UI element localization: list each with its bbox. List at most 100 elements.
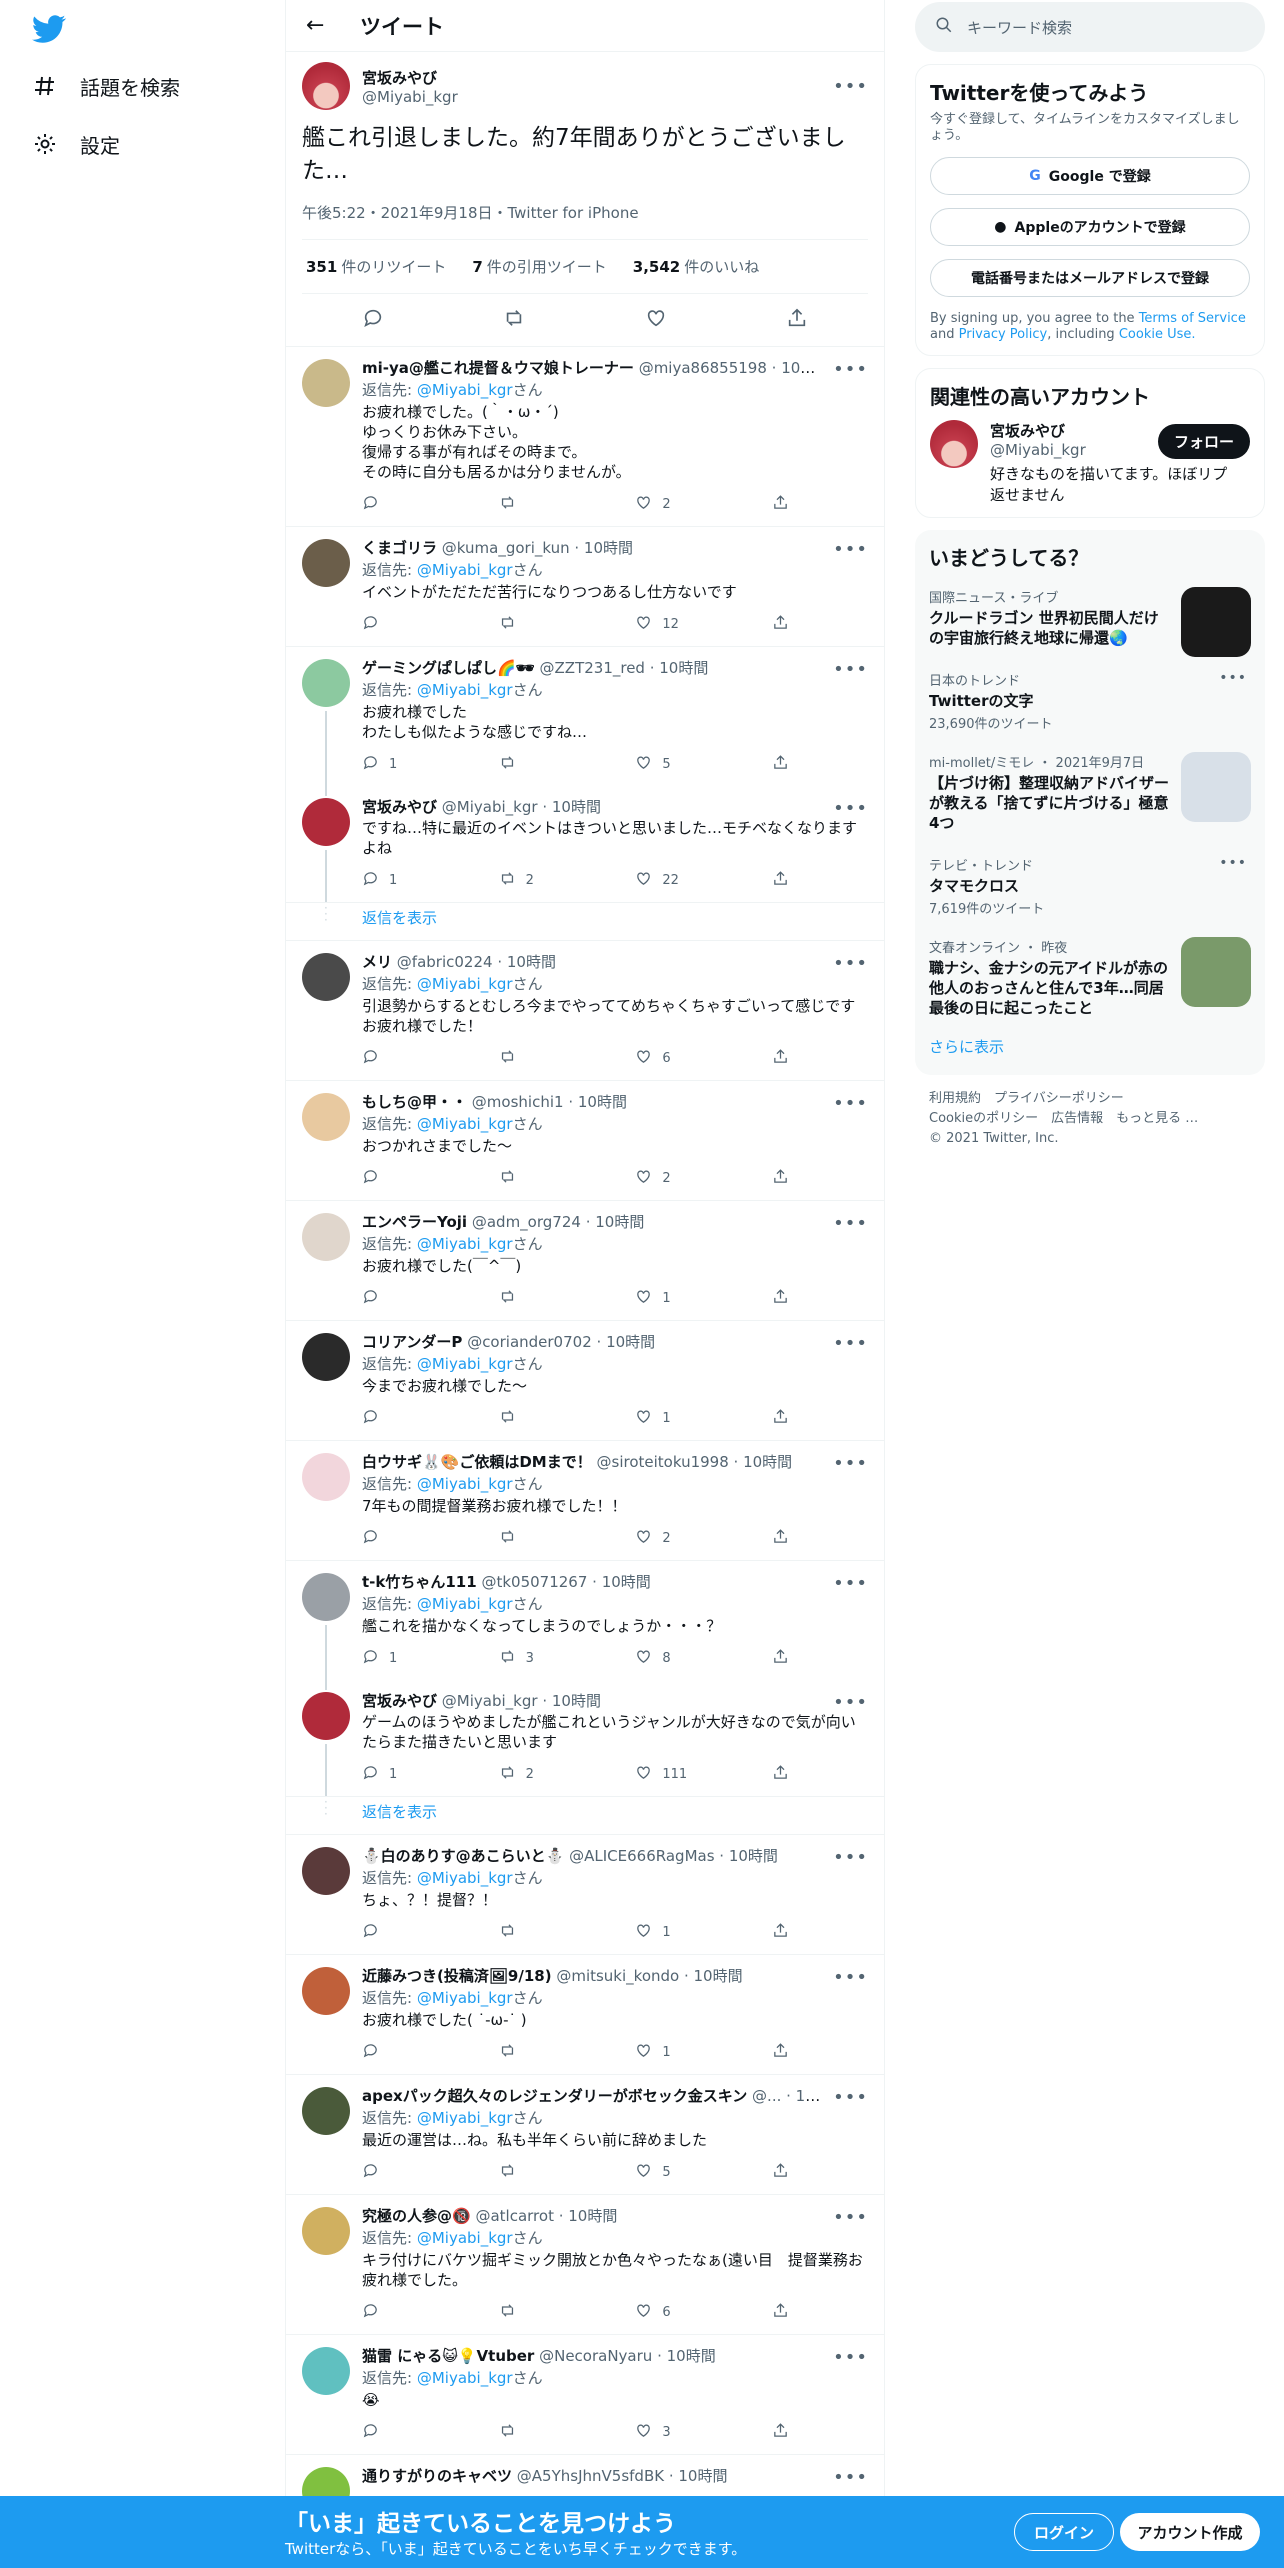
reply-button[interactable] [362,2422,432,2443]
reply-icon[interactable] [362,307,384,333]
footer-line[interactable]: 利用規約 プライバシーポリシー [929,1089,1251,1109]
reply-author-handle[interactable]: @miya86855198 [639,359,767,377]
reply-author-name[interactable]: t-k竹ちゃん111 [362,1573,477,1591]
share-button[interactable] [772,2422,792,2443]
like-button[interactable]: 111 [635,1764,705,1785]
retweet-button[interactable]: 2 [499,1764,569,1785]
reply-author-handle[interactable]: @atlcarrot [475,2207,553,2225]
reply-author-handle[interactable]: @Miyabi_kgr [442,1692,538,1710]
retweet-button[interactable] [499,1048,569,1069]
share-button[interactable] [772,2302,792,2323]
reply-author-handle[interactable]: @... [752,2087,781,2105]
reply-to-handle[interactable]: @Miyabi_kgr [417,1869,513,1887]
avatar[interactable] [302,1692,350,1740]
reply-tweet[interactable]: 宮坂みやび @Miyabi_kgr · 10時間 ••• ですね…特に最近のイベント… [286,786,884,903]
reply-button[interactable]: 1 [362,1648,432,1669]
reply-to-handle[interactable]: @Miyabi_kgr [417,1475,513,1493]
reply-button[interactable] [362,1922,432,1943]
reply-to-handle[interactable]: @Miyabi_kgr [417,1235,513,1253]
reply-button[interactable]: 1 [362,1764,432,1785]
reply-author-handle[interactable]: @ALICE666RagMas [569,1847,714,1865]
more-icon[interactable]: ••• [833,1967,868,1988]
share-button[interactable] [772,614,792,635]
reply-tweet[interactable]: ゲーミングぱしぱし🌈🕶 @ZZT231_red · 10時間 ••• 返信先: @M… [286,647,884,790]
reply-time[interactable]: 10時間 [584,539,633,557]
reply-time[interactable]: 10時間 [743,1453,792,1471]
avatar[interactable] [302,1573,350,1621]
reply-author-handle[interactable]: @ZZT231_red [540,659,645,677]
like-button[interactable]: 5 [635,2162,705,2183]
retweet-button[interactable]: 2 [499,870,569,891]
show-replies-link[interactable]: · · · 返信を表示 [286,1796,884,1835]
avatar[interactable] [302,1213,350,1261]
reply-to-handle[interactable]: @Miyabi_kgr [417,2369,513,2387]
more-icon[interactable]: ••• [833,1573,868,1594]
reply-author-handle[interactable]: @NecoraNyaru [539,2347,652,2365]
reply-time[interactable]: 10時間 [595,1213,644,1231]
avatar[interactable] [302,2087,350,2135]
more-icon[interactable]: ••• [833,359,868,380]
avatar[interactable] [302,2207,350,2255]
retweet-button[interactable] [499,1528,569,1549]
more-icon[interactable]: ••• [833,798,868,819]
trend-item[interactable]: テレビ・トレンド タマモクロス 7,619件のツイート ••• [929,845,1251,927]
show-replies-link[interactable]: · · · 返信を表示 [286,902,884,941]
reply-to-handle[interactable]: @Miyabi_kgr [417,1115,513,1133]
like-button[interactable]: 2 [635,1168,705,1189]
reply-tweet[interactable]: くまゴリラ @kuma_gori_kun · 10時間 ••• 返信先: @Miya… [286,527,884,647]
reply-button[interactable] [362,2302,432,2323]
reply-author-name[interactable]: コリアンダーP [362,1333,462,1351]
reply-tweet[interactable]: 宮坂みやび @Miyabi_kgr · 10時間 ••• ゲームのほうやめましたが艦… [286,1680,884,1797]
reply-author-handle[interactable]: @A5YhsJhnV5sfdBK [517,2467,664,2485]
share-icon[interactable] [786,307,808,333]
retweet-stat[interactable]: 351 件のリツイート [306,256,446,277]
like-button[interactable]: 1 [635,1408,705,1429]
reply-to-handle[interactable]: @Miyabi_kgr [417,681,513,699]
more-icon[interactable]: ••• [833,1333,868,1354]
retweet-button[interactable] [499,2422,569,2443]
reply-author-name[interactable]: ゲーミングぱしぱし🌈🕶 [362,659,535,677]
retweet-button[interactable] [499,1288,569,1309]
reply-time[interactable]: 10時間 [667,2347,716,2365]
trend-item[interactable]: 日本のトレンド Twitterの文字 23,690件のツイート ••• [929,660,1251,742]
reply-author-handle[interactable]: @Miyabi_kgr [442,798,538,816]
reply-tweet[interactable]: コリアンダーP @coriander0702 · 10時間 ••• 返信先: @Mi… [286,1321,884,1441]
nav-settings[interactable]: 設定 [32,124,120,164]
like-button[interactable]: 12 [635,614,705,635]
avatar[interactable] [302,1847,350,1895]
reply-author-handle[interactable]: @mitsuki_kondo [556,1967,679,1985]
reply-tweet[interactable]: t-k竹ちゃん111 @tk05071267 · 10時間 ••• 返信先: @Mi… [286,1561,884,1684]
more-icon[interactable]: ••• [833,1847,868,1868]
reply-to-handle[interactable]: @Miyabi_kgr [417,2109,513,2127]
reply-author-name[interactable]: 究極の人参@🔞 [362,2207,471,2225]
like-button[interactable]: 6 [635,1048,705,1069]
avatar[interactable] [302,359,350,407]
reply-to-handle[interactable]: @Miyabi_kgr [417,561,513,579]
more-icon[interactable]: ••• [833,1692,868,1713]
google-signup-button[interactable]: G Google で登録 [930,157,1250,195]
reply-to-handle[interactable]: @Miyabi_kgr [417,975,513,993]
phone-signup-button[interactable]: 電話番号またはメールアドレスで登録 [930,259,1250,297]
retweet-button[interactable] [499,754,569,775]
share-button[interactable] [772,1648,792,1669]
more-icon[interactable]: ••• [833,2087,868,2108]
footer-line[interactable]: Cookieのポリシー 広告情報 もっと見る … [929,1109,1251,1129]
apple-signup-button[interactable]: ● Appleのアカウントで登録 [930,208,1250,246]
reply-button[interactable] [362,1288,432,1309]
reply-button[interactable] [362,614,432,635]
avatar[interactable] [302,1333,350,1381]
author-name[interactable]: 宮坂みやび [362,67,458,88]
reply-author-name[interactable]: くまゴリラ [362,539,437,557]
avatar[interactable] [302,659,350,707]
reply-button[interactable] [362,1408,432,1429]
avatar[interactable] [302,1453,350,1501]
reply-button[interactable]: 1 [362,754,432,775]
trend-item[interactable]: 国際ニュース・ライブ クルードラゴン 世界初民間人だけの宇宙旅行終え地球に帰還🌏 [929,577,1251,660]
reply-time[interactable]: 10時間 [606,1333,655,1351]
share-button[interactable] [772,1764,792,1785]
reply-to-handle[interactable]: @Miyabi_kgr [417,2229,513,2247]
avatar[interactable] [302,798,350,846]
share-button[interactable] [772,1288,792,1309]
retweet-button[interactable] [499,2162,569,2183]
search-input[interactable]: キーワード検索 [915,2,1265,52]
